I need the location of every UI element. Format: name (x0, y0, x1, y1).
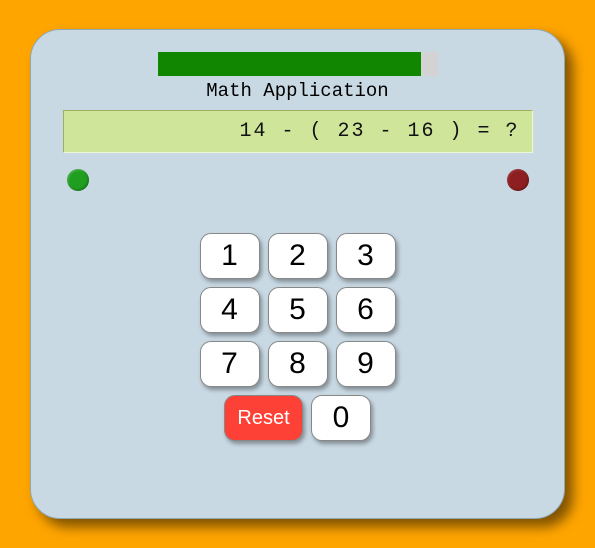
key-5[interactable]: 5 (268, 287, 328, 333)
key-9[interactable]: 9 (336, 341, 396, 387)
app-title: Math Application (206, 80, 388, 102)
key-2[interactable]: 2 (268, 233, 328, 279)
key-4[interactable]: 4 (200, 287, 260, 333)
key-row-3: 7 8 9 (200, 341, 396, 387)
numeric-keypad: 1 2 3 4 5 6 7 8 9 Reset 0 (200, 233, 396, 441)
key-7[interactable]: 7 (200, 341, 260, 387)
app-card: Math Application 14 - ( 23 - 16 ) = ? 1 … (30, 29, 565, 519)
key-row-4: Reset 0 (224, 395, 371, 441)
reset-button[interactable]: Reset (224, 395, 303, 441)
status-leds (63, 169, 533, 191)
key-1[interactable]: 1 (200, 233, 260, 279)
progress-bar (158, 52, 438, 76)
red-led (507, 169, 529, 191)
key-0[interactable]: 0 (311, 395, 371, 441)
equation-display: 14 - ( 23 - 16 ) = ? (63, 110, 533, 153)
key-8[interactable]: 8 (268, 341, 328, 387)
key-3[interactable]: 3 (336, 233, 396, 279)
progress-fill (158, 52, 421, 76)
key-6[interactable]: 6 (336, 287, 396, 333)
key-row-2: 4 5 6 (200, 287, 396, 333)
green-led (67, 169, 89, 191)
key-row-1: 1 2 3 (200, 233, 396, 279)
